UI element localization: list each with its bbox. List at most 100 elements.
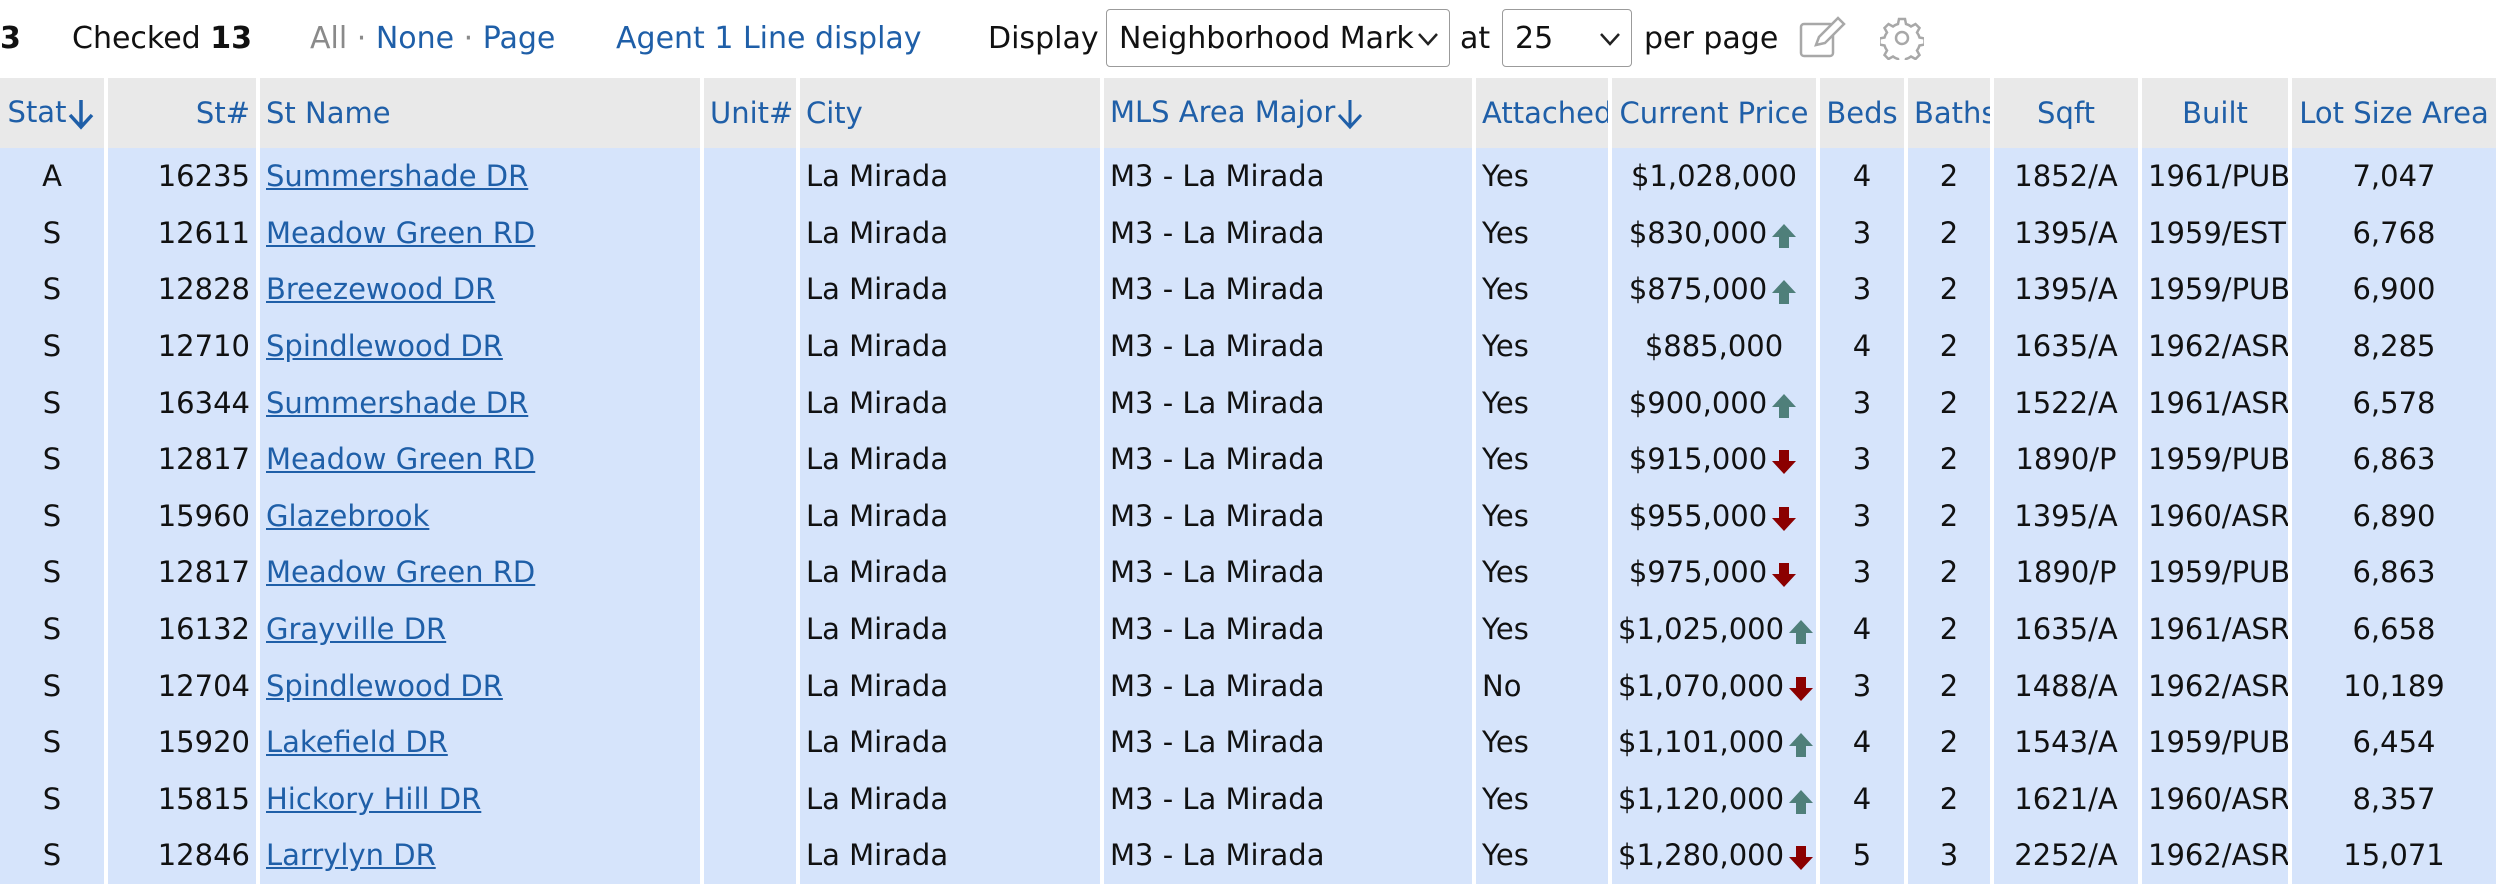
cell-street-name[interactable]: Meadow Green RD bbox=[260, 204, 704, 262]
street-name-link[interactable]: Meadow Green RD bbox=[266, 442, 535, 476]
cell-built: 1962/ASR bbox=[2142, 827, 2292, 884]
cell-built: 1961/ASR bbox=[2142, 374, 2292, 431]
cell-current-price-text: $885,000 bbox=[1644, 329, 1784, 364]
table-row[interactable]: S 15815 Hickory Hill DR La Mirada M3 - La Mi… bbox=[0, 770, 2500, 828]
column-header-sqft[interactable]: Sqft bbox=[1994, 78, 2142, 148]
cell-mls-area: M3 - La Mirada bbox=[1104, 544, 1476, 601]
cell-street-name[interactable]: Larrylyn DR bbox=[260, 827, 704, 884]
column-header-mls-area[interactable]: MLS Area Major bbox=[1104, 78, 1476, 148]
cell-street-name[interactable]: Grayville DR bbox=[260, 600, 704, 658]
column-header-city[interactable]: City bbox=[800, 78, 1104, 148]
cell-city: La Mirada bbox=[800, 770, 1104, 828]
table-row[interactable]: S 12611 Meadow Green RD La Mirada M3 - La Mi… bbox=[0, 204, 2500, 262]
street-name-link[interactable]: Meadow Green RD bbox=[266, 216, 535, 250]
street-name-link[interactable]: Spindlewood DR bbox=[266, 669, 503, 703]
column-header-built[interactable]: Built bbox=[2142, 78, 2292, 148]
column-header-street-number[interactable]: St# bbox=[108, 78, 260, 148]
street-name-link[interactable]: Breezewood DR bbox=[266, 272, 495, 306]
table-row[interactable]: S 15960 Glazebrook La Mirada M3 - La Mirada Y… bbox=[0, 487, 2500, 545]
cell-sqft: 1488/A bbox=[1994, 657, 2142, 714]
street-name-link[interactable]: Summershade DR bbox=[266, 386, 528, 420]
cell-street-number: 15815 bbox=[108, 770, 260, 828]
cell-stat: S bbox=[0, 487, 108, 545]
cell-street-name[interactable]: Breezewood DR bbox=[260, 261, 704, 318]
cell-beds-text: 3 bbox=[1852, 385, 1872, 420]
cell-street-name[interactable]: Summershade DR bbox=[260, 374, 704, 431]
table-row[interactable]: S 12828 Breezewood DR La Mirada M3 - La Mira… bbox=[0, 261, 2500, 318]
per-page-select[interactable]: 25 bbox=[1502, 9, 1632, 67]
street-name-link[interactable]: Lakefield DR bbox=[266, 725, 448, 759]
cell-unit bbox=[704, 317, 800, 375]
cell-street-number-text: 12817 bbox=[157, 442, 250, 477]
cell-street-name[interactable]: Summershade DR bbox=[260, 148, 704, 205]
cell-attached-text: Yes bbox=[1482, 612, 1529, 647]
display-select[interactable]: Neighborhood Mark bbox=[1106, 9, 1450, 67]
table-row[interactable]: S 12817 Meadow Green RD La Mirada M3 - La Mi… bbox=[0, 544, 2500, 601]
agent-display-link[interactable]: Agent 1 Line display bbox=[616, 0, 922, 76]
column-header-street-name[interactable]: St Name bbox=[260, 78, 704, 148]
cell-unit bbox=[704, 148, 800, 205]
pencil-edit-icon[interactable] bbox=[1798, 0, 1846, 76]
cell-attached: Yes bbox=[1476, 374, 1612, 431]
table-row[interactable]: S 12817 Meadow Green RD La Mirada M3 - La Mi… bbox=[0, 430, 2500, 488]
cell-street-name[interactable]: Glazebrook bbox=[260, 487, 704, 545]
cell-beds-text: 4 bbox=[1852, 781, 1872, 816]
street-name-link[interactable]: Spindlewood DR bbox=[266, 329, 503, 363]
select-page-link[interactable]: Page bbox=[483, 21, 556, 56]
cell-sqft-text: 1395/A bbox=[2014, 272, 2118, 307]
sort-down-arrow-icon bbox=[69, 100, 94, 130]
cell-baths: 2 bbox=[1908, 770, 1994, 828]
cell-attached-text: Yes bbox=[1482, 838, 1529, 873]
column-header-attached[interactable]: Attached bbox=[1476, 78, 1612, 148]
cell-street-name[interactable]: Meadow Green RD bbox=[260, 430, 704, 488]
street-name-link[interactable]: Hickory Hill DR bbox=[266, 782, 481, 816]
table-body: A 16235 Summershade DR La Mirada M3 - La Mir… bbox=[0, 148, 2500, 884]
per-page-select-value: 25 bbox=[1515, 20, 1554, 56]
cell-current-price-text: $1,070,000 bbox=[1618, 668, 1785, 703]
cell-street-number-text: 16132 bbox=[157, 612, 250, 647]
column-header-lot-size[interactable]: Lot Size Area bbox=[2292, 78, 2500, 148]
table-row[interactable]: S 12704 Spindlewood DR La Mirada M3 - La Mir… bbox=[0, 657, 2500, 714]
street-name-link[interactable]: Summershade DR bbox=[266, 159, 528, 193]
street-name-link[interactable]: Larrylyn DR bbox=[266, 838, 436, 872]
table-row[interactable]: S 16132 Grayville DR La Mirada M3 - La Mirad… bbox=[0, 600, 2500, 658]
cell-street-name[interactable]: Spindlewood DR bbox=[260, 657, 704, 714]
street-name-link[interactable]: Meadow Green RD bbox=[266, 555, 535, 589]
cell-baths: 2 bbox=[1908, 657, 1994, 714]
street-name-link[interactable]: Glazebrook bbox=[266, 499, 429, 533]
cell-current-price: $830,000 bbox=[1612, 204, 1820, 262]
table-row[interactable]: S 15920 Lakefield DR La Mirada M3 - La Mirad… bbox=[0, 713, 2500, 771]
gear-icon[interactable] bbox=[1880, 0, 1924, 76]
cell-street-name[interactable]: Hickory Hill DR bbox=[260, 770, 704, 828]
column-header-baths[interactable]: Baths bbox=[1908, 78, 1994, 148]
select-all-link[interactable]: All bbox=[310, 21, 347, 56]
cell-lot-size-text: 8,357 bbox=[2352, 781, 2436, 816]
cell-current-price: $975,000 bbox=[1612, 544, 1820, 601]
cell-city-text: La Mirada bbox=[806, 555, 949, 590]
street-name-link[interactable]: Grayville DR bbox=[266, 612, 446, 646]
column-header-current-price[interactable]: Current Price bbox=[1612, 78, 1820, 148]
cell-city: La Mirada bbox=[800, 657, 1104, 714]
column-header-unit[interactable]: Unit# bbox=[704, 78, 800, 148]
table-row[interactable]: S 12710 Spindlewood DR La Mirada M3 - La Mir… bbox=[0, 317, 2500, 375]
cell-city-text: La Mirada bbox=[806, 498, 949, 533]
table-row[interactable]: A 16235 Summershade DR La Mirada M3 - La Mir… bbox=[0, 148, 2500, 205]
column-header-stat[interactable]: Stat bbox=[0, 78, 108, 148]
cell-lot-size-text: 6,863 bbox=[2352, 442, 2436, 477]
cell-street-name[interactable]: Meadow Green RD bbox=[260, 544, 704, 601]
table-row[interactable]: S 16344 Summershade DR La Mirada M3 - La Mir… bbox=[0, 374, 2500, 431]
select-none-link[interactable]: None bbox=[376, 21, 454, 56]
separator: · bbox=[454, 20, 483, 56]
cell-mls-area-text: M3 - La Mirada bbox=[1110, 555, 1325, 590]
table-row[interactable]: S 12846 Larrylyn DR La Mirada M3 - La Mirada… bbox=[0, 827, 2500, 884]
column-header-beds[interactable]: Beds bbox=[1820, 78, 1908, 148]
cell-street-name[interactable]: Lakefield DR bbox=[260, 713, 704, 771]
cell-lot-size: 8,357 bbox=[2292, 770, 2500, 828]
cell-street-name[interactable]: Spindlewood DR bbox=[260, 317, 704, 375]
cell-built: 1960/ASR bbox=[2142, 770, 2292, 828]
cell-built: 1959/PUB bbox=[2142, 430, 2292, 488]
cell-stat-text: S bbox=[42, 668, 62, 703]
cell-mls-area-text: M3 - La Mirada bbox=[1110, 385, 1325, 420]
cell-beds-text: 5 bbox=[1852, 838, 1872, 873]
cell-attached-text: Yes bbox=[1482, 159, 1529, 194]
